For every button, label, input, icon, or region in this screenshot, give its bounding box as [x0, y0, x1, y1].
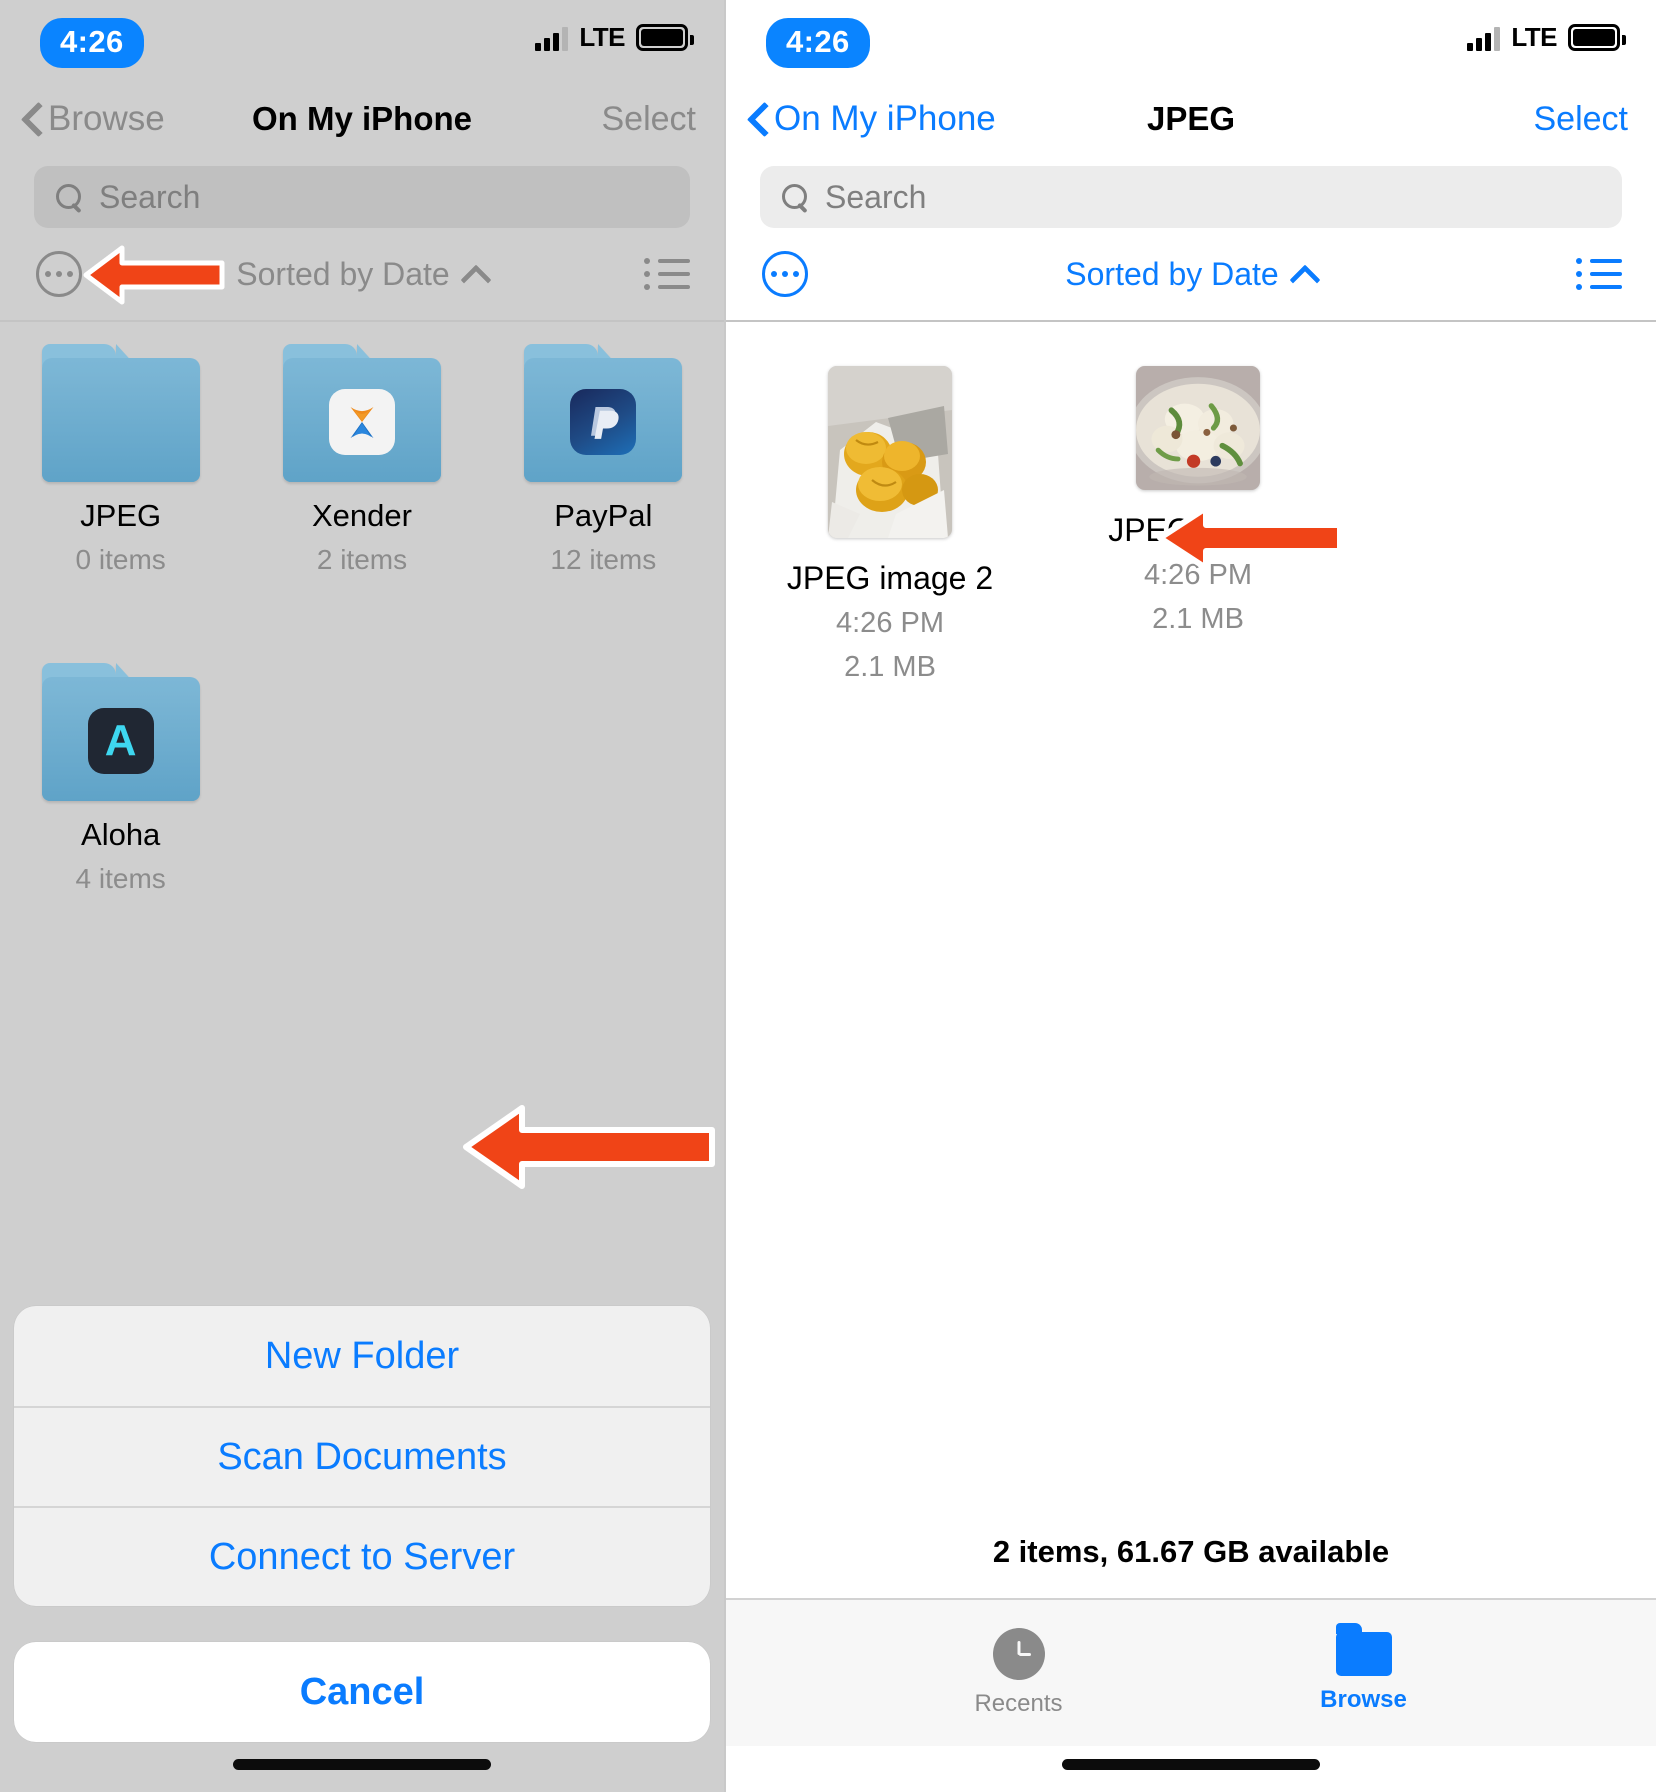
chevron-left-icon — [748, 102, 768, 136]
folder-item-jpeg[interactable]: JPEG 0 items — [0, 344, 241, 577]
action-scan-documents[interactable]: Scan Documents — [14, 1406, 710, 1506]
ellipsis-circle-icon[interactable] — [36, 251, 82, 297]
action-new-folder[interactable]: New Folder — [14, 1306, 710, 1406]
folder-count: 2 items — [316, 544, 408, 575]
file-item-jpeg-image[interactable]: JPEG image 4:26 PM 2.1 MB — [1092, 366, 1304, 638]
action-connect-to-server[interactable]: Connect to Server — [14, 1506, 710, 1606]
file-size: 2.1 MB — [844, 651, 936, 684]
right-status-bar: 4:26 LTE — [726, 0, 1656, 78]
paypal-app-icon — [570, 389, 637, 456]
action-sheet-cancel-card: Cancel — [14, 1642, 710, 1742]
sort-button[interactable]: Sorted by Date — [726, 256, 1656, 293]
file-time: 4:26 PM — [836, 607, 944, 639]
tab-browse[interactable]: Browse — [1264, 1623, 1464, 1714]
fried-dumplings-photo — [828, 366, 952, 538]
sort-button-label: Sorted by Date — [236, 255, 450, 292]
status-indicators: LTE — [1467, 22, 1626, 53]
pasta-salad-photo — [1136, 366, 1260, 490]
file-name: JPEG image 2 — [786, 560, 994, 596]
folder-name: Aloha — [81, 817, 161, 852]
search-input[interactable]: Search — [34, 166, 690, 228]
list-view-icon[interactable] — [1576, 258, 1622, 290]
cancel-button[interactable]: Cancel — [14, 1642, 710, 1742]
xender-app-icon — [328, 389, 395, 456]
back-button[interactable]: On My iPhone — [748, 99, 996, 139]
tab-browse-label: Browse — [1320, 1686, 1407, 1713]
folder-count: 4 items — [75, 863, 166, 894]
right-phone-screen: 4:26 LTE On My iPhone JPEG Select Search — [724, 0, 1656, 1792]
folder-icon: A — [41, 663, 200, 801]
folder-item-xender[interactable]: Xender 2 items — [241, 344, 482, 577]
file-time: 4:26 PM — [1144, 559, 1252, 591]
right-sort-toolbar: Sorted by Date — [726, 228, 1656, 320]
folder-icon — [282, 344, 441, 482]
sort-button-label: Sorted by Date — [1065, 255, 1279, 292]
folder-name: JPEG — [80, 498, 162, 533]
folder-name: Xender — [312, 498, 412, 533]
left-sort-toolbar: Sorted by Date — [0, 228, 724, 320]
folder-icon — [524, 344, 683, 482]
search-placeholder: Search — [825, 178, 927, 215]
folder-item-aloha[interactable]: A Aloha 4 items — [0, 663, 241, 896]
back-button[interactable]: Browse — [22, 99, 165, 139]
signal-bars-icon — [1467, 25, 1501, 51]
screenshot-stage: 4:26 LTE Browse On My iPhone Select Sear… — [0, 0, 1656, 1792]
status-time: 4:26 — [766, 18, 870, 68]
folder-icon — [1335, 1623, 1392, 1676]
caret-up-icon — [1291, 261, 1317, 287]
network-label: LTE — [579, 22, 625, 52]
left-nav-bar: Browse On My iPhone Select — [0, 78, 724, 160]
status-time: 4:26 — [40, 18, 144, 68]
search-icon — [56, 183, 83, 211]
action-sheet: New Folder Scan Documents Connect to Ser… — [14, 1306, 710, 1606]
left-status-bar: 4:26 LTE — [0, 0, 724, 78]
ellipsis-circle-icon[interactable] — [762, 251, 808, 297]
signal-bars-icon — [535, 25, 569, 51]
search-placeholder: Search — [99, 178, 201, 215]
storage-status: 2 items, 61.67 GB available — [992, 1534, 1390, 1569]
home-indicator — [233, 1759, 491, 1770]
caret-up-icon — [462, 261, 488, 287]
aloha-app-icon: A — [87, 708, 154, 775]
tab-recents[interactable]: Recents — [919, 1628, 1119, 1718]
battery-icon — [636, 24, 694, 51]
folder-icon — [41, 344, 200, 482]
search-icon — [782, 183, 809, 211]
file-size: 2.1 MB — [1152, 603, 1244, 636]
tab-recents-label: Recents — [974, 1690, 1063, 1717]
back-button-label: Browse — [48, 99, 165, 138]
network-label: LTE — [1511, 22, 1557, 52]
folder-count: 12 items — [550, 544, 657, 575]
sort-button[interactable]: Sorted by Date — [0, 256, 724, 293]
right-search-wrap: Search — [726, 160, 1656, 228]
select-button[interactable]: Select — [602, 100, 697, 139]
list-view-icon[interactable] — [644, 258, 690, 290]
right-nav-bar: On My iPhone JPEG Select — [726, 78, 1656, 160]
folder-item-paypal[interactable]: PayPal 12 items — [483, 344, 724, 577]
left-phone-screen: 4:26 LTE Browse On My iPhone Select Sear… — [0, 0, 724, 1792]
clock-icon — [992, 1628, 1045, 1680]
file-item-jpeg-image-2[interactable]: JPEG image 2 4:26 PM 2.1 MB — [784, 366, 996, 686]
left-search-wrap: Search — [0, 160, 724, 228]
folder-count: 0 items — [75, 544, 166, 575]
select-button[interactable]: Select — [1534, 100, 1629, 139]
folder-grid: JPEG 0 items Xender 2 items PayPal 12 it… — [0, 322, 724, 896]
battery-icon — [1568, 24, 1626, 51]
aloha-letter: A — [104, 716, 137, 766]
back-button-label: On My iPhone — [774, 99, 996, 138]
search-input[interactable]: Search — [760, 166, 1622, 228]
status-indicators: LTE — [535, 22, 694, 53]
file-name: JPEG image — [1108, 512, 1288, 548]
home-indicator — [1062, 1759, 1320, 1770]
file-grid: JPEG image 2 4:26 PM 2.1 MB JPEG image 4… — [726, 322, 1656, 686]
chevron-left-icon — [22, 102, 42, 136]
tab-bar: Recents Browse — [726, 1598, 1656, 1746]
folder-name: PayPal — [554, 498, 653, 533]
